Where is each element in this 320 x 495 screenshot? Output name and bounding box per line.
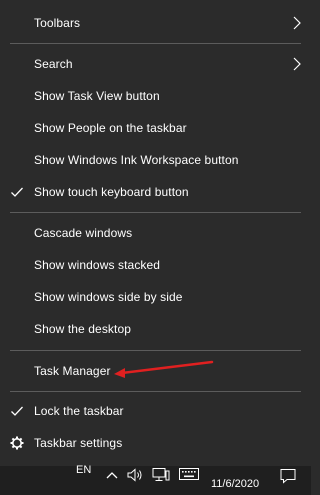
clock-date[interactable]: 11/6/2020	[211, 478, 259, 490]
menu-item-toolbars[interactable]: Toolbars	[0, 7, 311, 39]
menu-item-show-task-view[interactable]: Show Task View button	[0, 80, 311, 112]
submenu-arrow-icon	[293, 16, 301, 30]
checkmark-icon	[11, 187, 23, 197]
language-indicator[interactable]: EN	[76, 464, 91, 476]
menu-item-label: Lock the taskbar	[34, 404, 124, 418]
menu-item-label: Show touch keyboard button	[34, 185, 189, 199]
menu-item-lock-taskbar[interactable]: Lock the taskbar	[0, 395, 311, 427]
menu-item-label: Task Manager	[34, 364, 111, 378]
menu-item-label: Show the desktop	[34, 322, 131, 336]
menu-item-show-desktop[interactable]: Show the desktop	[0, 313, 311, 345]
menu-separator	[10, 212, 301, 213]
menu-item-show-ink-workspace[interactable]: Show Windows Ink Workspace button	[0, 144, 311, 176]
menu-item-label: Search	[34, 57, 73, 71]
menu-item-label: Toolbars	[34, 16, 81, 30]
menu-item-label: Cascade windows	[34, 226, 133, 240]
menu-item-cascade-windows[interactable]: Cascade windows	[0, 217, 311, 249]
menu-item-taskbar-settings[interactable]: Taskbar settings	[0, 427, 311, 459]
menu-item-label: Show windows side by side	[34, 290, 183, 304]
taskbar: EN 11/6/2020	[0, 464, 311, 495]
menu-item-windows-side-by-side[interactable]: Show windows side by side	[0, 281, 311, 313]
chevron-up-icon[interactable]	[106, 470, 118, 480]
menu-separator	[10, 391, 301, 392]
checkmark-icon	[11, 406, 23, 416]
submenu-arrow-icon	[293, 57, 301, 71]
menu-item-label: Show windows stacked	[34, 258, 161, 272]
menu-item-label: Taskbar settings	[34, 436, 123, 450]
network-icon[interactable]	[152, 467, 170, 483]
menu-separator	[10, 43, 301, 44]
keyboard-icon[interactable]	[179, 468, 199, 481]
taskbar-context-menu: Toolbars Search Show Task View button Sh…	[0, 0, 311, 466]
menu-item-label: Show Task View button	[34, 89, 160, 103]
menu-item-label: Show People on the taskbar	[34, 121, 187, 135]
speaker-icon[interactable]	[127, 468, 143, 482]
menu-item-search[interactable]: Search	[0, 48, 311, 80]
red-pointer-arrow	[114, 360, 214, 378]
menu-separator	[10, 350, 301, 351]
notification-icon[interactable]	[280, 468, 296, 484]
menu-item-windows-stacked[interactable]: Show windows stacked	[0, 249, 311, 281]
menu-item-show-touch-keyboard[interactable]: Show touch keyboard button	[0, 176, 311, 208]
gear-icon	[10, 436, 24, 450]
menu-item-show-people[interactable]: Show People on the taskbar	[0, 112, 311, 144]
menu-item-label: Show Windows Ink Workspace button	[34, 153, 239, 167]
